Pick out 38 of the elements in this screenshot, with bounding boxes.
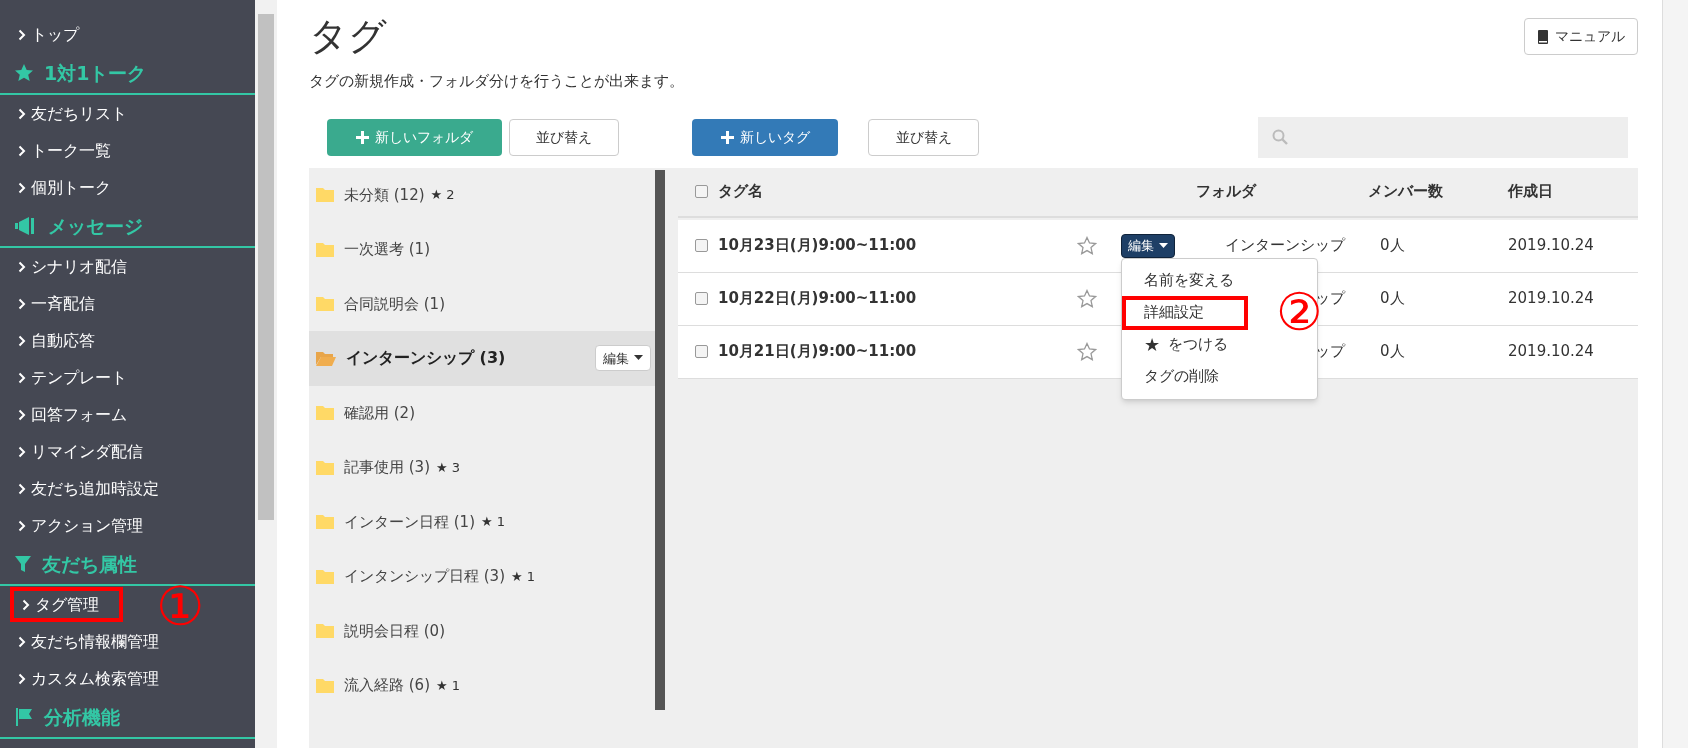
page-description: タグの新規作成・フォルダ分けを行うことが出来ます。 [309, 71, 685, 92]
section-heading: 1対1トーク [44, 60, 147, 86]
tag-name: 10月22日(月)9:00~11:00 [718, 288, 918, 310]
section-heading: メッセージ [48, 213, 143, 239]
table-cell-text: インターンシップ [1225, 235, 1345, 257]
column-header: 作成日 [1508, 181, 1553, 203]
table-cell-text: 2019.10.24 [1508, 288, 1594, 310]
star-count: ★ 2 [430, 186, 455, 204]
table-cell-text: 0人 [1380, 288, 1406, 310]
star-count: ★ 1 [481, 513, 506, 531]
folder-name: 流入経路 (6) [344, 675, 430, 696]
star-count: ★ 1 [511, 567, 536, 586]
folder-name: 説明会日程 (0) [344, 620, 445, 642]
folder-name: インタンシップ日程 (3) [344, 566, 505, 587]
table-cell-text: 0人 [1380, 341, 1406, 363]
folder-name: 確認用 (2) [344, 402, 415, 424]
callout-number: ① [156, 582, 205, 632]
tag-name: 10月21日(月)9:00~11:00 [718, 341, 918, 363]
section-heading: 友だち属性 [42, 551, 137, 577]
star-symbol: ★ [1144, 333, 1161, 357]
page-title: タグ [309, 13, 387, 60]
table-cell-text: 0人 [1380, 235, 1406, 257]
table-cell-text: ップ [1315, 341, 1345, 363]
table-cell-text: 2019.10.24 [1508, 235, 1594, 257]
section-heading: 分析機能 [44, 704, 120, 730]
folder-name: インターン日程 (1) [344, 511, 475, 533]
column-header: タグ名 [718, 181, 764, 203]
folder-name: 合同説明会 (1) [344, 293, 445, 315]
folder-name: インターンシップ (3) [346, 347, 506, 370]
star-count: ★ 1 [436, 676, 461, 695]
star-count: ★ 3 [436, 458, 461, 477]
tag-name: 10月23日(月)9:00~11:00 [718, 235, 918, 257]
column-header: フォルダ [1196, 181, 1258, 203]
folder-name: 未分類 (12) [344, 184, 425, 206]
column-header: メンバー数 [1368, 181, 1444, 203]
folder-name: 一次選考 (1) [344, 239, 430, 260]
folder-name: 記事使用 (3) [344, 457, 430, 478]
table-cell-text: 2019.10.24 [1508, 341, 1594, 363]
